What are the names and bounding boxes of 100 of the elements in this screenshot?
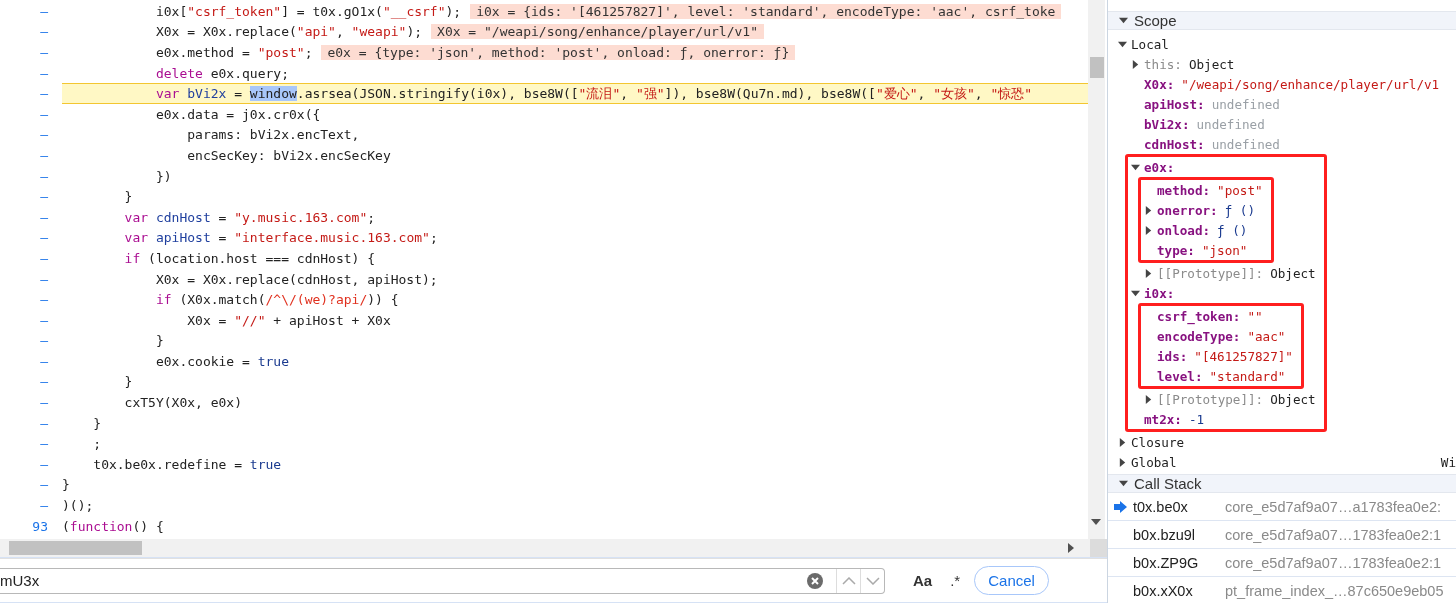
call-frame[interactable]: b0x.xX0x pt_frame_index_…87c650e9eb05 xyxy=(1108,577,1456,603)
line-number[interactable]: – xyxy=(0,353,62,369)
property-name: [[Prototype]]: xyxy=(1157,265,1264,281)
property-value: undefined xyxy=(1196,116,1265,132)
expand-arrow-icon[interactable] xyxy=(1144,225,1153,235)
code-line: e0x.data = j0x.cr0x({ xyxy=(154,106,321,122)
expand-arrow-icon[interactable] xyxy=(1131,59,1140,69)
line-number[interactable]: – xyxy=(0,230,62,246)
code-line: ; xyxy=(92,436,102,452)
call-frame[interactable]: b0x.ZP9G core_e5d7af9a07…1783fea0e2:1 xyxy=(1108,549,1456,577)
function-name: b0x.bzu9l xyxy=(1133,526,1197,543)
line-number[interactable]: – xyxy=(0,127,62,143)
line-number[interactable]: – xyxy=(0,477,62,493)
line-number[interactable]: – xyxy=(0,271,62,287)
property-name: bVi2x: xyxy=(1144,116,1190,132)
call-frame[interactable]: b0x.bzu9l core_e5d7af9a07…1783fea0e2:1 xyxy=(1108,521,1456,549)
property-value: undefined xyxy=(1211,96,1280,112)
expand-arrow-icon[interactable] xyxy=(1119,16,1128,25)
property-value: "" xyxy=(1247,308,1263,324)
match-case-button[interactable]: Aa xyxy=(907,572,939,589)
line-number[interactable]: – xyxy=(0,3,62,19)
chevron-up-icon xyxy=(841,576,856,585)
code-line: } xyxy=(62,477,70,493)
scrollbar-thumb[interactable] xyxy=(9,541,142,555)
line-number[interactable]: – xyxy=(0,250,62,266)
property-name: type: xyxy=(1157,242,1195,258)
current-frame-arrow-icon xyxy=(1114,500,1127,513)
line-number[interactable]: – xyxy=(0,292,62,308)
scroll-down-icon[interactable] xyxy=(1091,519,1101,525)
property-name: [[Prototype]]: xyxy=(1157,391,1264,407)
property-value: Object xyxy=(1270,391,1316,407)
expand-arrow-icon[interactable] xyxy=(1144,394,1153,404)
line-number[interactable]: – xyxy=(0,24,62,40)
search-input[interactable]: mU3x xyxy=(0,572,807,589)
property-name: onload: xyxy=(1157,222,1211,238)
line-number[interactable]: – xyxy=(0,333,62,349)
line-number[interactable]: – xyxy=(0,147,62,163)
expand-arrow-icon[interactable] xyxy=(1118,437,1127,447)
section-title: Call Stack xyxy=(1134,475,1202,492)
code-line: )(); xyxy=(62,498,94,514)
vertical-scrollbar[interactable] xyxy=(1088,0,1105,539)
scope-name[interactable]: Closure xyxy=(1131,434,1185,450)
cancel-button[interactable]: Cancel xyxy=(974,566,1049,595)
expand-arrow-icon[interactable] xyxy=(1118,457,1127,467)
scope-name[interactable]: Global xyxy=(1131,454,1177,470)
expand-arrow-icon[interactable] xyxy=(1119,479,1128,488)
property-name: i0x: xyxy=(1144,285,1175,301)
expand-arrow-icon[interactable] xyxy=(1118,39,1127,49)
expand-arrow-icon[interactable] xyxy=(1131,288,1140,298)
line-number[interactable]: – xyxy=(0,86,62,102)
inline-value: e0x = {type: 'json', method: 'post', onload: ƒ, onerror: ƒ} xyxy=(321,45,796,60)
line-number[interactable]: – xyxy=(0,189,62,205)
line-number[interactable]: 93 xyxy=(0,518,62,534)
frame-location: core_e5d7af9a07…1783fea0e2:1 xyxy=(1225,526,1442,543)
regex-button[interactable]: .* xyxy=(944,572,967,589)
property-name: encodeType: xyxy=(1157,328,1241,344)
call-frame[interactable]: t0x.be0x core_e5d7af9a07…a1783fea0e2: xyxy=(1108,493,1456,521)
line-number[interactable]: – xyxy=(0,168,62,184)
code-line: (function() { xyxy=(62,518,164,534)
scroll-right-icon[interactable] xyxy=(1068,543,1074,553)
line-number[interactable]: – xyxy=(0,45,62,60)
clear-icon[interactable] xyxy=(807,572,823,589)
property-name: cdnHost: xyxy=(1144,136,1205,152)
scope-header[interactable]: Scope xyxy=(1108,11,1456,30)
scrollbar-thumb[interactable] xyxy=(1090,57,1104,78)
line-number[interactable]: – xyxy=(0,436,62,452)
property-name: method: xyxy=(1157,182,1211,198)
line-number[interactable]: – xyxy=(0,456,62,472)
property-value: Wi xyxy=(1440,454,1456,470)
function-name: t0x.be0x xyxy=(1133,498,1189,515)
scope-name[interactable]: Local xyxy=(1131,36,1169,52)
line-number[interactable]: – xyxy=(0,209,62,225)
property-name: onerror: xyxy=(1157,202,1218,218)
expand-arrow-icon[interactable] xyxy=(1144,268,1153,278)
horizontal-scrollbar[interactable] xyxy=(0,539,1107,558)
line-number[interactable]: – xyxy=(0,415,62,431)
property-value: "standard" xyxy=(1209,368,1286,384)
code-line: e0x.cookie = true xyxy=(154,353,289,369)
line-number[interactable]: – xyxy=(0,498,62,514)
code-line: } xyxy=(123,189,133,205)
code-line: X0x = X0x.replace("api", "weapi"); xyxy=(154,24,423,40)
line-number[interactable]: – xyxy=(0,395,62,411)
property-value: "[461257827]" xyxy=(1194,348,1293,364)
code-line: } xyxy=(123,374,133,390)
line-number[interactable]: – xyxy=(0,312,62,328)
expand-arrow-icon[interactable] xyxy=(1131,162,1140,172)
line-number[interactable]: – xyxy=(0,65,62,81)
code-line: X0x = X0x.replace(cdnHost, apiHost); xyxy=(154,271,438,287)
expand-arrow-icon[interactable] xyxy=(1144,205,1153,215)
frame-location: pt_frame_index_…87c650e9eb05 xyxy=(1225,582,1444,599)
property-value: ƒ () xyxy=(1217,222,1248,238)
code-line: X0x = "//" + apiHost + X0x xyxy=(186,312,391,328)
code-line: }) xyxy=(154,168,172,184)
inline-value: i0x = {ids: '[461257827]', level: 'standard', encodeType: 'aac', csrf_toke xyxy=(470,3,1062,19)
call-stack-header[interactable]: Call Stack xyxy=(1108,474,1456,493)
property-value: "aac" xyxy=(1247,328,1286,344)
line-number[interactable]: – xyxy=(0,374,62,390)
line-number[interactable]: – xyxy=(0,106,62,122)
search-field[interactable]: mU3x xyxy=(0,567,885,594)
code-line: i0x["csrf_token"] = t0x.gO1x("__csrf"); xyxy=(154,3,462,19)
